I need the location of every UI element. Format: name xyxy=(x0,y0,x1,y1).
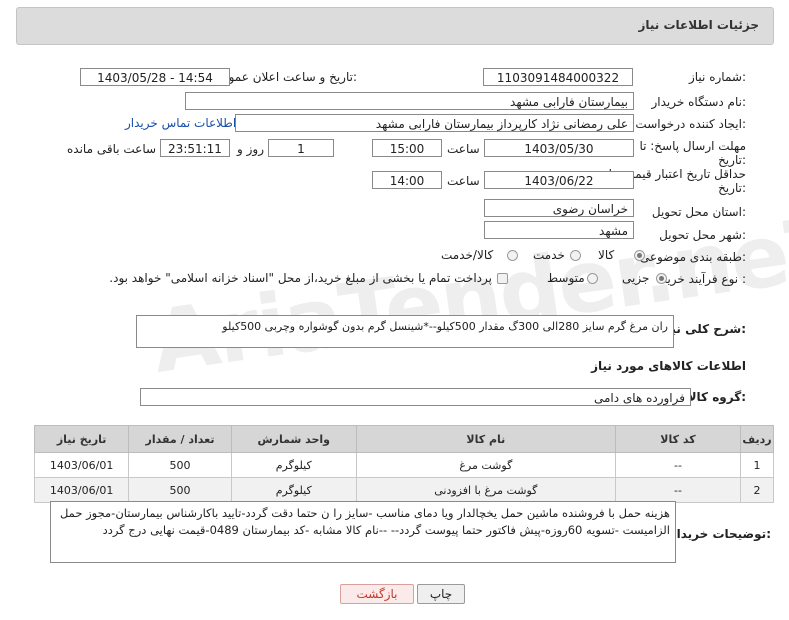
buyer-org-label: نام دستگاه خریدار: xyxy=(651,95,747,109)
province-field: خراسان رضوی xyxy=(484,199,634,217)
need-number-label: شماره نیاز: xyxy=(688,70,746,84)
province-label: استان محل تحویل: xyxy=(651,205,746,219)
page-title: جزئیات اطلاعات نیاز xyxy=(638,18,759,32)
announce-datetime-field: 1403/05/28 - 14:54 xyxy=(80,68,230,86)
category-radio-goods-service[interactable] xyxy=(507,250,518,261)
goods-group-label: گروه کالا: xyxy=(687,390,746,404)
table-row: 1403/06/01 500 کیلوگرم گوشت مرغ -- 1 xyxy=(33,452,775,478)
category-radio-goods[interactable] xyxy=(634,250,645,261)
reply-deadline-days-field: 1 xyxy=(268,139,334,157)
goods-group-field: فراورده های دامی xyxy=(140,388,691,406)
cell-qty: 500 xyxy=(128,452,232,478)
buyer-contact-link[interactable]: اطلاعات تماس خریدار xyxy=(125,116,236,130)
back-button[interactable]: بازگشت xyxy=(340,584,414,604)
buyer-notes-textarea: هزینه حمل با فروشنده ماشین حمل یخچالدار … xyxy=(50,501,676,563)
treasury-note: پرداخت تمام یا بخشی از مبلغ خرید،از محل … xyxy=(109,271,492,285)
col-quantity: تعداد / مقدار xyxy=(128,425,232,453)
reply-deadline-label-1: مهلت ارسال پاسخ: تا xyxy=(639,139,746,153)
goods-section-title: اطلاعات کالاهای مورد نیاز xyxy=(591,359,746,373)
col-item-name: نام کالا xyxy=(355,425,616,453)
reply-deadline-time-field: 15:00 xyxy=(372,139,442,157)
cell-date: 1403/06/01 xyxy=(33,452,130,478)
category-option-goods-service: کالا/خدمت xyxy=(441,248,494,262)
cell-date: 1403/06/01 xyxy=(33,477,130,503)
description-textarea: ران مرغ گرم سایز 280الی 300گ مقدار 500کی… xyxy=(136,315,674,348)
reply-deadline-date-field: 1403/05/30 xyxy=(484,139,634,157)
col-row: ردیف xyxy=(739,425,775,453)
city-field: مشهد xyxy=(484,221,634,239)
days-label: روز و xyxy=(237,142,264,156)
buyer-org-field: بیمارستان فارابی مشهد xyxy=(185,92,634,110)
cell-name: گوشت مرغ با افزودنی xyxy=(355,477,616,503)
requester-field: علی رمضانی نژاد کارپرداز بیمارستان فاراب… xyxy=(235,114,634,132)
reply-deadline-label-2: تاریخ: xyxy=(718,153,746,167)
cell-name: گوشت مرغ xyxy=(355,452,616,478)
cell-unit: کیلوگرم xyxy=(230,452,357,478)
category-option-goods: کالا xyxy=(598,248,615,262)
purchase-radio-minor[interactable] xyxy=(656,273,667,284)
category-label: طبقه بندی موضوعی: xyxy=(639,250,746,264)
reply-deadline-time-label: ساعت xyxy=(447,142,480,156)
purchase-option-medium: متوسط xyxy=(547,271,585,285)
print-button[interactable]: چاپ xyxy=(417,584,465,604)
price-validity-label-2: تاریخ: xyxy=(718,181,746,195)
remaining-time-field: 23:51:11 xyxy=(160,139,230,157)
cell-row: 1 xyxy=(739,452,775,478)
price-validity-time-label: ساعت xyxy=(447,174,480,188)
cell-unit: کیلوگرم xyxy=(230,477,357,503)
cell-code: -- xyxy=(614,477,741,503)
need-number-field: 1103091484000322 xyxy=(483,68,633,86)
cell-code: -- xyxy=(614,452,741,478)
remaining-time-label: ساعت باقی مانده xyxy=(67,142,157,156)
header-panel: جزئیات اطلاعات نیاز xyxy=(16,7,774,45)
goods-table: تاریخ نیاز تعداد / مقدار واحد شمارش نام … xyxy=(33,425,775,503)
col-unit: واحد شمارش xyxy=(230,425,357,453)
category-option-service: خدمت xyxy=(533,248,565,262)
cell-row: 2 xyxy=(739,477,775,503)
category-radio-service[interactable] xyxy=(570,250,581,261)
buyer-notes-label: توضیحات خریدار: xyxy=(669,527,771,541)
treasury-checkbox[interactable] xyxy=(497,273,508,284)
purchase-radio-medium[interactable] xyxy=(587,273,598,284)
price-validity-date-field: 1403/06/22 xyxy=(484,171,634,189)
requester-label: ایجاد کننده درخواست: xyxy=(635,117,746,131)
cell-qty: 500 xyxy=(128,477,232,503)
purchase-option-minor: جزیی xyxy=(622,271,650,285)
purchase-type-label: نوع فرآیند خرید : xyxy=(661,272,746,286)
table-row: 1403/06/01 500 کیلوگرم گوشت مرغ با افزود… xyxy=(33,477,775,503)
col-need-date: تاریخ نیاز xyxy=(33,425,130,453)
announce-datetime-label: تاریخ و ساعت اعلان عمومی: xyxy=(212,70,357,84)
city-label: شهر محل تحویل: xyxy=(659,228,746,242)
col-item-code: کد کالا xyxy=(614,425,741,453)
price-validity-time-field: 14:00 xyxy=(372,171,442,189)
